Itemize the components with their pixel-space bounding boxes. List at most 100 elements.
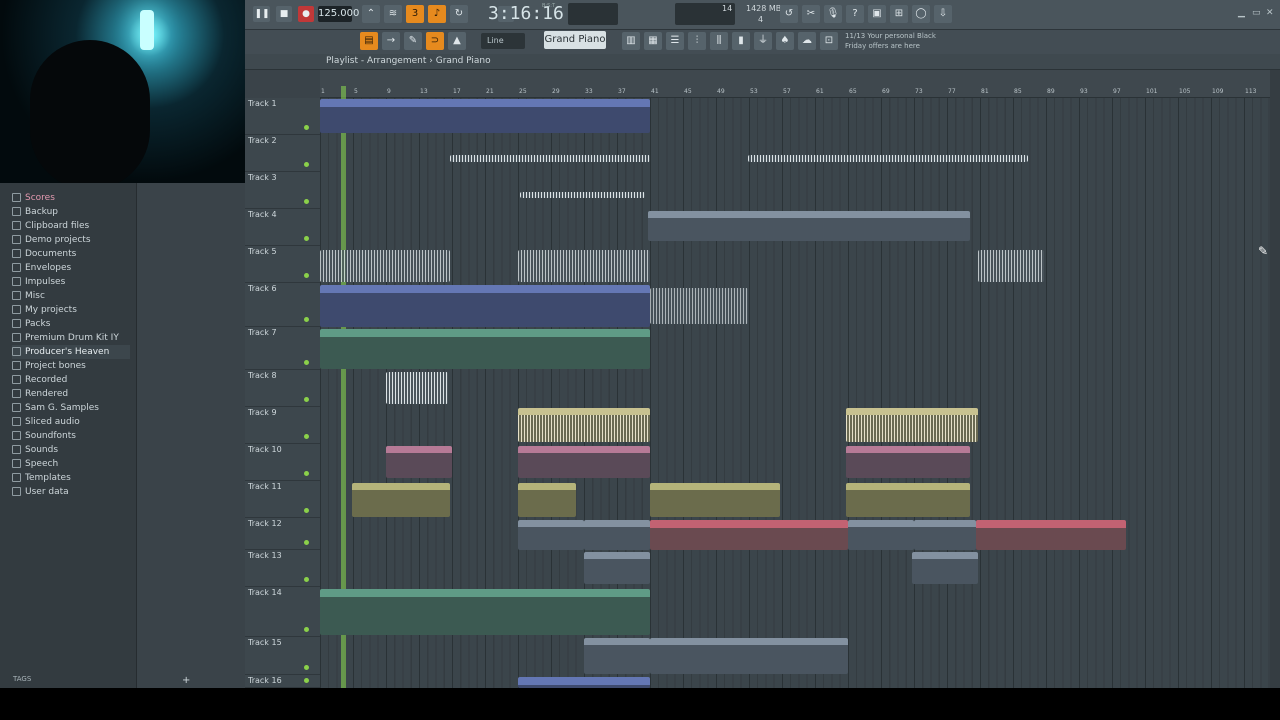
track-mute-led[interactable] [304,508,309,513]
shop-icon[interactable]: ⊡ [820,32,838,50]
blend-notes-icon[interactable]: ♪ [428,5,446,23]
step-seq-icon[interactable]: ▦ [644,32,662,50]
browser-item[interactable]: Speech [12,457,58,471]
track-header[interactable]: Track 11 [245,481,320,518]
track-mute-led[interactable] [304,273,309,278]
browser-item[interactable]: Packs [12,317,50,331]
clip-track3[interactable] [520,192,645,198]
clip-insert3[interactable]: Insert 3 - Volume [320,329,650,369]
browser-item[interactable]: Templates [12,471,71,485]
track-mute-led[interactable] [304,471,309,476]
clip-grossbeat12-mix[interactable]: Gross Beat (Insert 12) - Mix level [518,677,650,688]
metronome-icon[interactable]: ⌃ [362,5,380,23]
channel-rack-icon[interactable]: ☰ [666,32,684,50]
clip-track11-d[interactable] [846,483,970,517]
playlist-pattern[interactable]: Grand Piano [436,56,491,66]
track-mute-led[interactable] [304,162,309,167]
track-header[interactable]: Track 4 [245,209,320,246]
undo-icon[interactable]: ↺ [780,5,798,23]
browser-item[interactable]: Project bones [12,359,86,373]
clip-track10-c[interactable] [846,446,970,478]
clip-grossbeat3[interactable]: Gross Beat (Insert 3) - Mix level [320,285,650,327]
minimize-icon[interactable]: ▁ [1238,8,1245,18]
browser-item[interactable]: Backup [12,205,58,219]
clip-ukg-2[interactable]: ukg..rc uk..rc [912,552,978,584]
clip-track2-b[interactable] [748,155,1028,162]
clip-ins[interactable]: Ins..ng Ins..ng [584,638,650,674]
track-mute-led[interactable] [304,236,309,241]
track-header[interactable]: Track 7 [245,327,320,370]
magnet-icon[interactable]: ⊃ [426,32,444,50]
track-header[interactable]: Track 14 [245,587,320,637]
clip-track8[interactable] [386,372,448,404]
track-mute-led[interactable] [304,678,309,683]
track-header[interactable]: Track 3 [245,172,320,209]
track-mute-led[interactable] [304,397,309,402]
track-header[interactable]: Track 9 [245,407,320,444]
mic-icon[interactable]: 🎙 [824,5,842,23]
restore-icon[interactable]: ▭ [1252,8,1261,18]
tempo-tap-icon[interactable]: ♠ [776,32,794,50]
pattern-selector[interactable]: Grand Piano [544,31,606,49]
browser-item[interactable]: Premium Drum Kit IY [12,331,119,345]
plug-icon[interactable]: ⏚ [754,32,772,50]
track-header[interactable]: Track 2 [245,135,320,172]
browser-item[interactable]: Sounds [12,443,58,457]
track-mute-led[interactable] [304,360,309,365]
browser-item[interactable]: Scores [12,191,55,205]
clip-ukg-1[interactable]: ukg..rc uk..rc [584,552,650,584]
clip-effectrack[interactable]: EffectRack (Insert 5) - Mix level [320,99,650,133]
browser-icon[interactable]: ⫼ [710,32,728,50]
clip-track5-c[interactable] [978,250,1044,282]
stamp-icon[interactable]: ▲ [448,32,466,50]
browser-item[interactable]: Envelopes [12,261,71,275]
tempo-display[interactable]: 125.000 [318,6,359,22]
vertical-scrollbar[interactable] [1270,70,1280,688]
track-header[interactable]: Track 1 [245,98,320,135]
clip-track9-b[interactable] [846,408,978,442]
track-header[interactable]: Track 5 [245,246,320,283]
download-icon[interactable]: ⇩ [934,5,952,23]
track-mute-led[interactable] [304,540,309,545]
clip-track6[interactable] [650,288,748,324]
browser-item[interactable]: Documents [12,247,76,261]
help-icon[interactable]: ? [846,5,864,23]
track-header[interactable]: Track 6 [245,283,320,327]
add-button[interactable]: + [182,675,190,686]
cut-icon[interactable]: ✂ [802,5,820,23]
browser-item[interactable]: Producer's Heaven [12,345,130,359]
timeline-ruler[interactable] [320,70,1270,98]
track-header[interactable]: Track 16 [245,675,320,688]
countdown-icon[interactable]: 3 [406,5,424,23]
loop-record-icon[interactable]: ↻ [450,5,468,23]
news-panel[interactable]: 11/13 Your personal Black Friday offers … [845,31,945,51]
record-button[interactable]: ● [298,6,314,22]
browser-item[interactable]: Clipboard files [12,219,89,233]
browser-item[interactable]: Soundfonts [12,429,76,443]
save-icon[interactable]: ▣ [868,5,886,23]
clip-track5-a[interactable] [320,250,450,282]
mixer-icon[interactable]: ⊞ [890,5,908,23]
clip-track11-b[interactable] [518,483,576,517]
clip-track10-b[interactable] [518,446,650,478]
clip-track10-a[interactable] [386,446,452,478]
clip-track4[interactable]: Gra..#2 Gra..#2 Gra..#2 [648,211,970,241]
piano-roll-icon[interactable]: ▥ [622,32,640,50]
clip-bass-2[interactable]: bass [584,520,650,550]
wait-for-input-icon[interactable]: ≋ [384,5,402,23]
mixer-view-icon[interactable]: ⫶ [688,32,706,50]
chat-icon[interactable]: ◯ [912,5,930,23]
clip-track2-a[interactable] [450,155,650,162]
pause-button[interactable]: ❚❚ [254,6,270,22]
track-header[interactable]: Track 13 [245,550,320,587]
snap-selector[interactable]: Line [481,33,525,49]
track-mute-led[interactable] [304,199,309,204]
browser-item[interactable]: Demo projects [12,233,91,247]
track-header[interactable]: Track 12 [245,518,320,550]
playlist-icon[interactable]: ▤ [360,32,378,50]
track-mute-led[interactable] [304,577,309,582]
clip-vinylclap-1[interactable]: ff_djh_126_top_loop_vinylclap #2 - Chann… [650,520,848,550]
clip-track9-a[interactable] [518,408,650,442]
clip-track5-b[interactable] [518,250,650,282]
browser-item[interactable]: Rendered [12,387,68,401]
